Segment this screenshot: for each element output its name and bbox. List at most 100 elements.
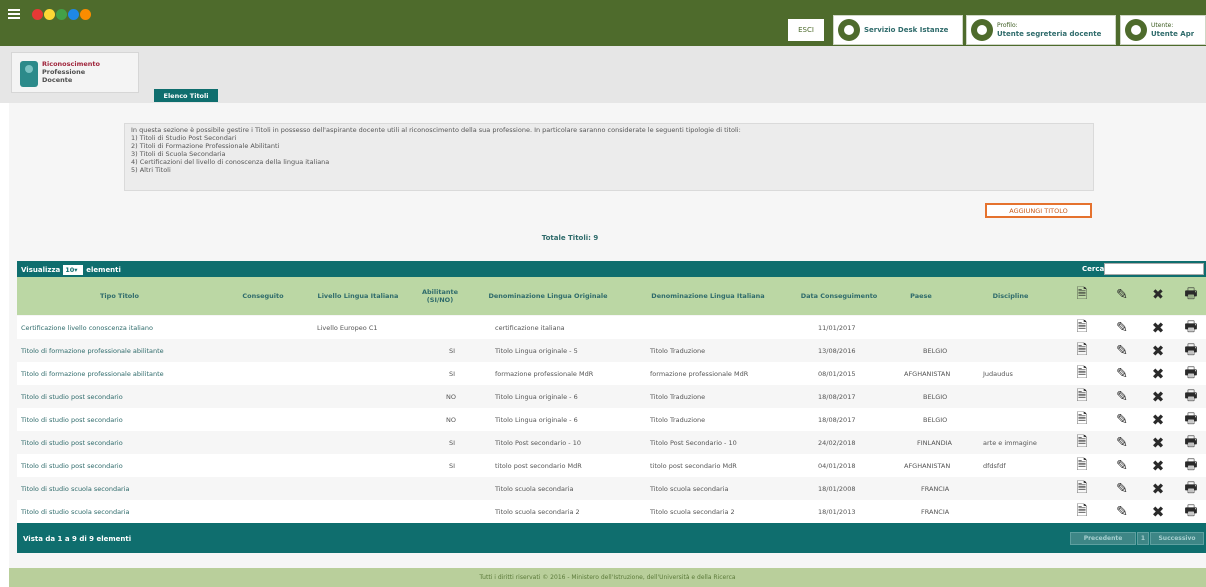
print-icon[interactable]: 🖶 [1183, 388, 1199, 405]
tab-elenco-titoli[interactable]: Elenco Titoli [154, 89, 218, 102]
delete-icon: ✖ [1152, 287, 1164, 303]
cell-data: 18/01/2013 [818, 507, 856, 516]
info-line: 3) Titoli di Scuola Secondaria [131, 150, 226, 158]
top-bar: ESCI Servizio Desk Istanze Profilo: Utent… [0, 0, 1206, 46]
cell-discipline: Judaudus [983, 369, 1013, 378]
col-tipo-titolo[interactable]: Tipo Titolo [17, 277, 222, 315]
col-abilitante[interactable]: Abilitante (SI/NO) [412, 277, 468, 315]
document-icon[interactable]: 🗎 [1074, 457, 1090, 474]
cell-paese: FRANCIA [921, 507, 950, 516]
col-livello-lingua[interactable]: Livello Lingua Italiana [304, 277, 412, 315]
col-conseguito[interactable]: Conseguito [222, 277, 304, 315]
cell-den-originale: titolo post secondario MdR [495, 461, 582, 470]
profile-button[interactable]: Profilo: Utente segreteria docente [966, 15, 1116, 45]
document-icon[interactable]: 🗎 [1074, 388, 1090, 405]
delete-icon[interactable]: ✖ [1150, 434, 1166, 452]
edit-icon[interactable]: ✎ [1114, 457, 1130, 474]
col-discipline[interactable]: Discipline [952, 277, 1069, 315]
edit-icon[interactable]: ✎ [1114, 342, 1130, 359]
delete-icon[interactable]: ✖ [1150, 457, 1166, 475]
logout-button[interactable]: ESCI [786, 17, 826, 43]
delete-icon[interactable]: ✖ [1150, 503, 1166, 521]
cell-livello: Livello Europeo C1 [317, 323, 378, 332]
edit-icon[interactable]: ✎ [1114, 411, 1130, 428]
document-icon[interactable]: 🗎 [1074, 319, 1090, 336]
total-titles: Totale Titoli: 9 [541, 234, 599, 242]
cell-den-italiana: Titolo Traduzione [650, 346, 706, 355]
document-icon[interactable]: 🗎 [1074, 342, 1090, 359]
help-desk-button[interactable]: Servizio Desk Istanze [833, 15, 963, 45]
delete-icon[interactable]: ✖ [1150, 388, 1166, 406]
table-header: Tipo Titolo Conseguito Livello Lingua It… [17, 277, 1206, 315]
document-icon[interactable]: 🗎 [1074, 434, 1090, 451]
info-line: 4) Certificazioni del livello di conosce… [131, 158, 330, 166]
cell-den-italiana: Titolo Post Secondario - 10 [650, 438, 737, 447]
col-data-conseguimento[interactable]: Data Conseguimento [788, 277, 890, 315]
edit-icon[interactable]: ✎ [1114, 388, 1130, 405]
add-title-button[interactable]: AGGIUNGI TITOLO [985, 203, 1092, 218]
cell-data: 04/01/2018 [818, 461, 856, 470]
delete-icon[interactable]: ✖ [1150, 365, 1166, 383]
cell-data: 11/01/2017 [818, 323, 856, 332]
cell-den-originale: Titolo scuola secondaria 2 [495, 507, 580, 516]
search-input[interactable] [1104, 263, 1204, 275]
prev-page-button[interactable]: Precedente [1070, 532, 1136, 545]
table-toolbar: Visualizza 10 ▾ elementi Cerca: [17, 261, 1206, 277]
document-icon[interactable]: 🗎 [1074, 411, 1090, 428]
brand-box[interactable]: Riconoscimento Professione Docente [11, 52, 139, 93]
edit-icon[interactable]: ✎ [1114, 365, 1130, 382]
table-footer: Vista da 1 a 9 di 9 elementi Precedente … [17, 523, 1206, 553]
document-icon[interactable]: 🗎 [1074, 480, 1090, 497]
cell-data: 13/08/2016 [818, 346, 856, 355]
print-icon[interactable]: 🖶 [1183, 457, 1199, 474]
cell-tipo-titolo[interactable]: Titolo di studio post secondario [21, 454, 123, 477]
cell-tipo-titolo[interactable]: Titolo di studio post secondario [21, 431, 123, 454]
delete-icon[interactable]: ✖ [1150, 411, 1166, 429]
brand-title: Riconoscimento Professione Docente [42, 60, 100, 84]
edit-icon[interactable]: ✎ [1114, 503, 1130, 520]
cell-tipo-titolo[interactable]: Titolo di studio scuola secondaria [21, 477, 130, 500]
print-icon[interactable]: 🖶 [1183, 319, 1199, 336]
app-logo [32, 9, 91, 20]
table-row: Titolo di studio post secondario SI tito… [17, 454, 1206, 477]
print-icon[interactable]: 🖶 [1183, 342, 1199, 359]
cell-tipo-titolo[interactable]: Titolo di formazione professionale abili… [21, 362, 164, 385]
cell-data: 18/08/2017 [818, 392, 856, 401]
print-icon[interactable]: 🖶 [1183, 411, 1199, 428]
print-icon[interactable]: 🖶 [1183, 365, 1199, 382]
page-number-button[interactable]: 1 [1137, 532, 1149, 545]
cell-den-italiana: Titolo scuola secondaria [650, 484, 729, 493]
cell-den-italiana: formazione professionale MdR [650, 369, 749, 378]
cell-tipo-titolo[interactable]: Titolo di studio post secondario [21, 408, 123, 431]
print-icon: 🖶 [1184, 286, 1198, 302]
cell-tipo-titolo[interactable]: Titolo di formazione professionale abili… [21, 339, 164, 362]
edit-icon[interactable]: ✎ [1114, 319, 1130, 336]
edit-icon[interactable]: ✎ [1114, 434, 1130, 451]
table-row: Titolo di studio post secondario NO Tito… [17, 408, 1206, 431]
cell-tipo-titolo[interactable]: Titolo di studio post secondario [21, 385, 123, 408]
page-size-select[interactable]: 10 ▾ [63, 265, 84, 275]
delete-icon[interactable]: ✖ [1150, 480, 1166, 498]
cell-abilitante: SI [449, 369, 456, 378]
cell-den-originale: Titolo Post secondario - 10 [495, 438, 581, 447]
print-icon[interactable]: 🖶 [1183, 434, 1199, 451]
user-button[interactable]: Utente: Utente Apr [1120, 15, 1206, 45]
document-icon[interactable]: 🗎 [1074, 503, 1090, 520]
print-icon[interactable]: 🖶 [1183, 480, 1199, 497]
menu-icon[interactable] [8, 9, 20, 19]
cell-tipo-titolo[interactable]: Titolo di studio scuola secondaria [21, 500, 130, 523]
cell-tipo-titolo[interactable]: Certificazione livello conoscenza italia… [21, 316, 153, 339]
col-paese[interactable]: Paese [890, 277, 952, 315]
col-denominazione-italiana[interactable]: Denominazione Lingua Italiana [628, 277, 788, 315]
cell-den-originale: Titolo scuola secondaria [495, 484, 574, 493]
print-icon[interactable]: 🖶 [1183, 503, 1199, 520]
help-desk-label: Servizio Desk Istanze [864, 25, 949, 34]
next-page-button[interactable]: Successivo [1150, 532, 1204, 545]
table-row: Titolo di studio scuola secondaria Titol… [17, 500, 1206, 523]
document-icon[interactable]: 🗎 [1074, 365, 1090, 382]
delete-icon[interactable]: ✖ [1150, 319, 1166, 337]
col-denominazione-originale[interactable]: Denominazione Lingua Originale [468, 277, 628, 315]
help-desk-icon [838, 19, 860, 41]
edit-icon[interactable]: ✎ [1114, 480, 1130, 497]
delete-icon[interactable]: ✖ [1150, 342, 1166, 360]
